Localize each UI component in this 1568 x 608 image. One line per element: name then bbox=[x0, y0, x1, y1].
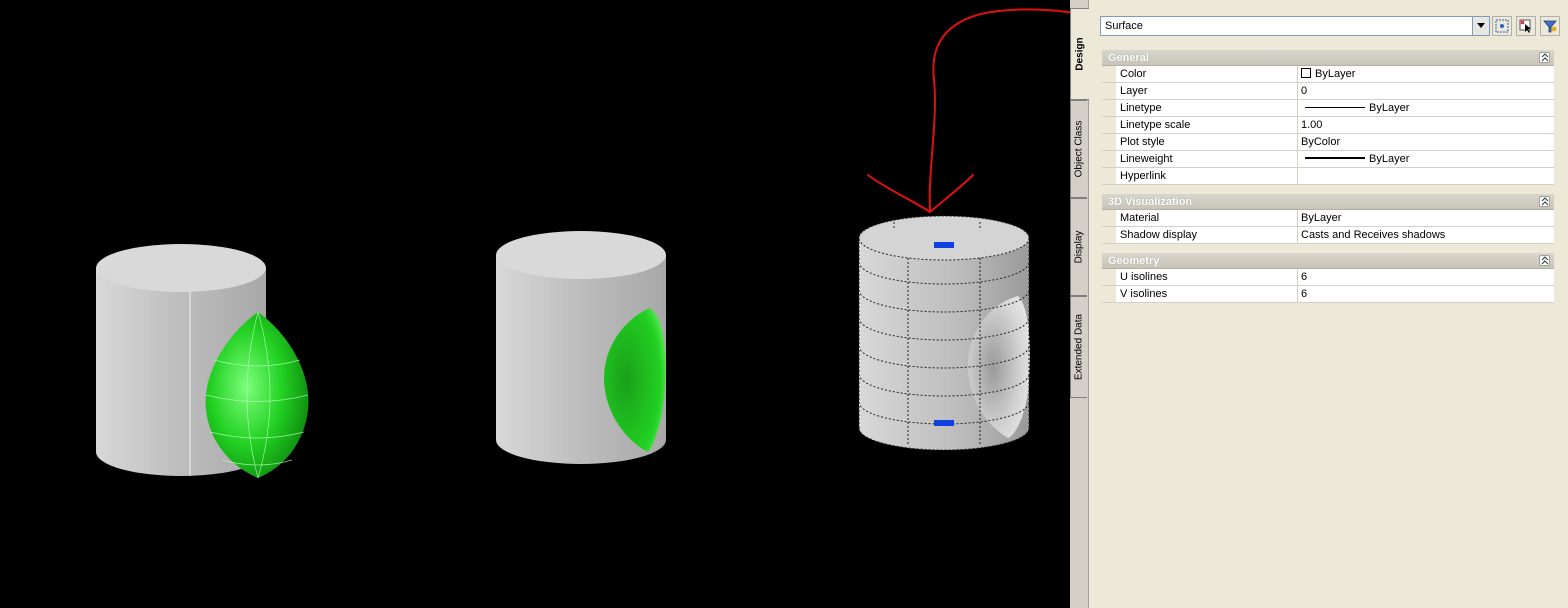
lineweight-sample bbox=[1305, 157, 1365, 159]
property-row-u-isolines[interactable]: U isolines 6 bbox=[1102, 269, 1554, 286]
section-header-general[interactable]: General bbox=[1102, 50, 1554, 66]
material-value[interactable]: ByLayer bbox=[1298, 210, 1554, 226]
property-row-shadow-display[interactable]: Shadow display Casts and Receives shadow… bbox=[1102, 227, 1554, 244]
property-row-linetype[interactable]: Linetype ByLayer bbox=[1102, 100, 1554, 117]
plot-style-value[interactable]: ByColor bbox=[1298, 134, 1554, 150]
section-header-3d-visualization[interactable]: 3D Visualization bbox=[1102, 194, 1554, 210]
quick-select-button[interactable] bbox=[1492, 16, 1512, 36]
object-type-dropdown[interactable]: Surface bbox=[1100, 16, 1490, 36]
chevron-down-icon bbox=[1477, 23, 1485, 28]
drawing-viewport[interactable] bbox=[0, 0, 1088, 608]
properties-panel: Surface General Color ByLayer Layer 0 Li… bbox=[1094, 0, 1568, 608]
dropdown-arrow-button[interactable] bbox=[1472, 17, 1489, 35]
tab-object-class[interactable]: Object Class bbox=[1070, 100, 1087, 198]
property-row-material[interactable]: Material ByLayer bbox=[1102, 210, 1554, 227]
property-row-lineweight[interactable]: Lineweight ByLayer bbox=[1102, 151, 1554, 168]
property-row-hyperlink[interactable]: Hyperlink bbox=[1102, 168, 1554, 185]
v-isolines-value[interactable]: 6 bbox=[1298, 286, 1554, 302]
hyperlink-value[interactable] bbox=[1298, 168, 1554, 184]
section-3d-visualization: 3D Visualization Material ByLayer Shadow… bbox=[1102, 194, 1554, 244]
toggle-pickadd-icon bbox=[1543, 20, 1557, 33]
color-swatch bbox=[1301, 68, 1311, 78]
selected-surface-cylinder[interactable] bbox=[858, 215, 1030, 451]
property-row-linetype-scale[interactable]: Linetype scale 1.00 bbox=[1102, 117, 1554, 134]
property-row-plot-style[interactable]: Plot style ByColor bbox=[1102, 134, 1554, 151]
object-type-value: Surface bbox=[1105, 20, 1143, 32]
cylinder-with-green-solid[interactable] bbox=[96, 244, 309, 479]
collapse-up-icon bbox=[1541, 256, 1549, 265]
layer-value[interactable]: 0 bbox=[1298, 83, 1554, 99]
tab-display[interactable]: Display bbox=[1070, 198, 1087, 296]
quick-select-icon bbox=[1495, 19, 1509, 33]
property-row-color[interactable]: Color ByLayer bbox=[1102, 66, 1554, 83]
vertical-tab-strip: Design Object Class Display Extended Dat… bbox=[1070, 0, 1089, 608]
select-objects-button[interactable] bbox=[1516, 16, 1536, 36]
red-annotation-arrow bbox=[867, 8, 1088, 214]
select-objects-icon bbox=[1519, 19, 1531, 33]
lineweight-value[interactable]: ByLayer bbox=[1298, 151, 1554, 167]
linetype-scale-value[interactable]: 1.00 bbox=[1298, 117, 1554, 133]
linetype-value[interactable]: ByLayer bbox=[1298, 100, 1554, 116]
collapse-3d-visualization-button[interactable] bbox=[1539, 196, 1550, 207]
linetype-sample bbox=[1305, 107, 1365, 108]
section-header-geometry[interactable]: Geometry bbox=[1102, 253, 1554, 269]
properties-palette: Design Object Class Display Extended Dat… bbox=[1070, 0, 1568, 608]
shadow-display-value[interactable]: Casts and Receives shadows bbox=[1298, 227, 1554, 243]
cylinder-with-green-hole[interactable] bbox=[496, 231, 666, 464]
section-geometry: Geometry U isolines 6 V isolines 6 bbox=[1102, 253, 1554, 303]
property-row-v-isolines[interactable]: V isolines 6 bbox=[1102, 286, 1554, 303]
grip-handle-top[interactable] bbox=[934, 242, 954, 248]
collapse-up-icon bbox=[1541, 197, 1549, 206]
grip-handle-bottom[interactable] bbox=[934, 420, 954, 426]
viewport-canvas[interactable] bbox=[0, 0, 1088, 608]
u-isolines-value[interactable]: 6 bbox=[1298, 269, 1554, 285]
toggle-pickadd-button[interactable] bbox=[1540, 16, 1560, 36]
property-row-layer[interactable]: Layer 0 bbox=[1102, 83, 1554, 100]
section-general: General Color ByLayer Layer 0 Linetype B… bbox=[1102, 50, 1554, 185]
tab-design[interactable]: Design bbox=[1070, 8, 1089, 100]
collapse-general-button[interactable] bbox=[1539, 52, 1550, 63]
color-value[interactable]: ByLayer bbox=[1298, 66, 1554, 82]
tab-extended-data[interactable]: Extended Data bbox=[1070, 296, 1087, 398]
collapse-geometry-button[interactable] bbox=[1539, 255, 1550, 266]
collapse-up-icon bbox=[1541, 53, 1549, 62]
